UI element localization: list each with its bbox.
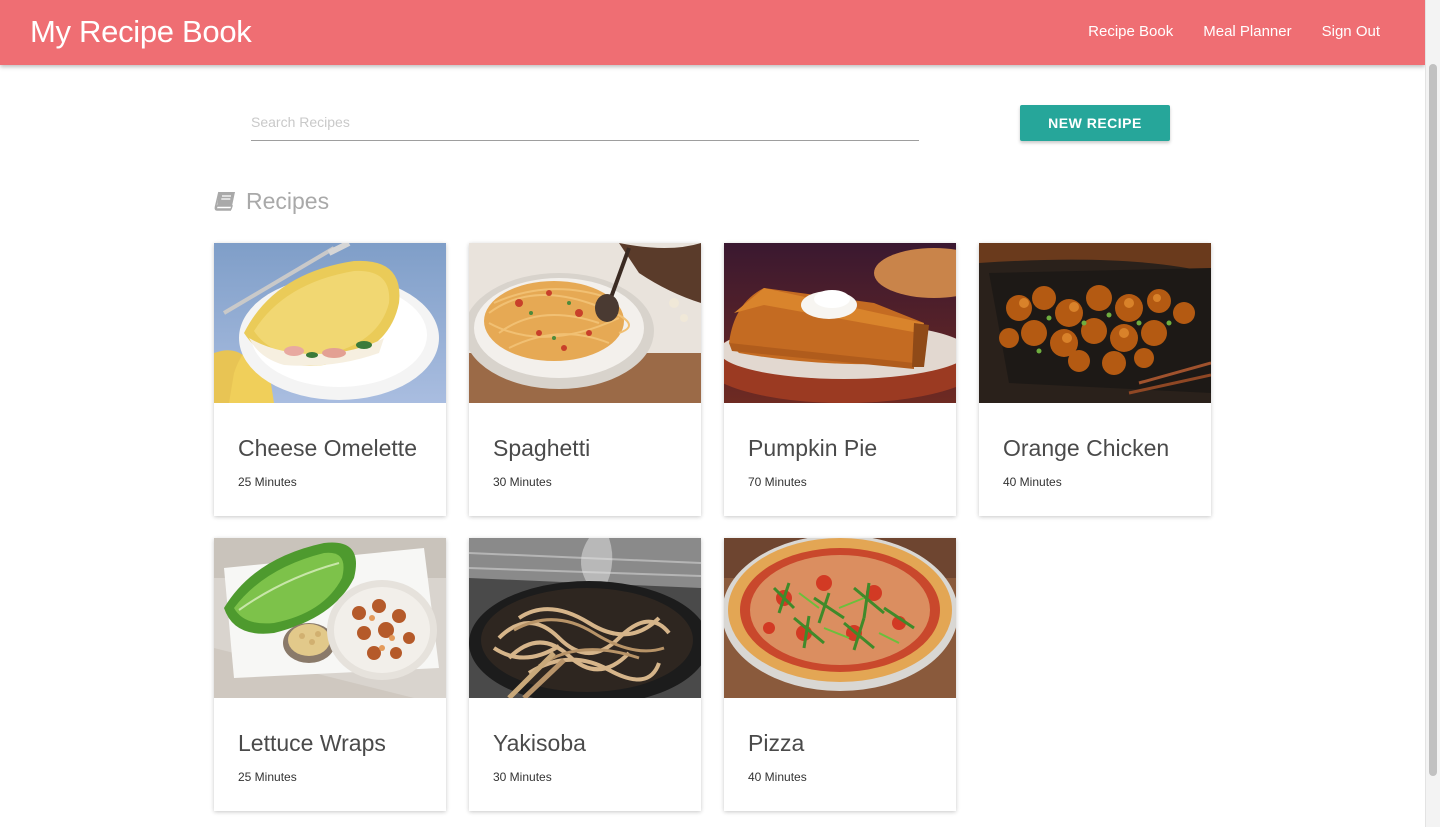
nav-link-recipe-book[interactable]: Recipe Book xyxy=(1088,22,1173,42)
recipe-time: 40 Minutes xyxy=(748,770,807,784)
search-input[interactable] xyxy=(251,104,919,141)
recipe-card-cheese-omelette[interactable]: Cheese Omelette 25 Minutes xyxy=(214,243,446,516)
scrollbar-thumb[interactable] xyxy=(1429,64,1437,776)
recipe-time: 70 Minutes xyxy=(748,475,807,489)
recipe-title: Orange Chicken xyxy=(1003,435,1170,461)
recipe-title: Pizza xyxy=(748,730,805,756)
recipe-time: 25 Minutes xyxy=(238,770,297,784)
nav-link-sign-out[interactable]: Sign Out xyxy=(1322,22,1380,42)
recipe-card-pizza[interactable]: Pizza 40 Minutes xyxy=(724,538,956,811)
scrollbar[interactable] xyxy=(1425,0,1440,827)
recipe-time: 30 Minutes xyxy=(493,475,552,489)
new-recipe-button[interactable]: NEW RECIPE xyxy=(1020,105,1170,141)
orange-chicken-photo xyxy=(979,243,1211,403)
yakisoba-photo xyxy=(469,538,701,698)
book-icon xyxy=(214,191,235,211)
recipe-time: 30 Minutes xyxy=(493,770,552,784)
section-title: Recipes xyxy=(214,186,329,216)
recipe-time: 25 Minutes xyxy=(238,475,297,489)
lettuce-wraps-photo xyxy=(214,538,446,698)
recipe-card-spaghetti[interactable]: Spaghetti 30 Minutes xyxy=(469,243,701,516)
pumpkin-pie-photo xyxy=(724,243,956,403)
recipe-card-yakisoba[interactable]: Yakisoba 30 Minutes xyxy=(469,538,701,811)
recipe-card-orange-chicken[interactable]: Orange Chicken 40 Minutes xyxy=(979,243,1211,516)
recipe-title: Yakisoba xyxy=(493,730,586,756)
nav-link-meal-planner[interactable]: Meal Planner xyxy=(1203,22,1291,42)
recipe-card-lettuce-wraps[interactable]: Lettuce Wraps 25 Minutes xyxy=(214,538,446,811)
pizza-photo xyxy=(724,538,956,698)
recipe-time: 40 Minutes xyxy=(1003,475,1062,489)
omelette-photo xyxy=(214,243,446,403)
recipe-title: Cheese Omelette xyxy=(238,435,417,461)
navbar: My Recipe Book Recipe Book Meal Planner … xyxy=(0,0,1425,65)
nav-links: Recipe Book Meal Planner Sign Out xyxy=(1088,22,1380,42)
recipe-title: Lettuce Wraps xyxy=(238,730,386,756)
recipe-card-pumpkin-pie[interactable]: Pumpkin Pie 70 Minutes xyxy=(724,243,956,516)
spaghetti-photo xyxy=(469,243,701,403)
recipe-title: Spaghetti xyxy=(493,435,591,461)
brand-logo[interactable]: My Recipe Book xyxy=(30,13,252,51)
recipe-title: Pumpkin Pie xyxy=(748,435,878,461)
section-title-text: Recipes xyxy=(246,187,330,214)
